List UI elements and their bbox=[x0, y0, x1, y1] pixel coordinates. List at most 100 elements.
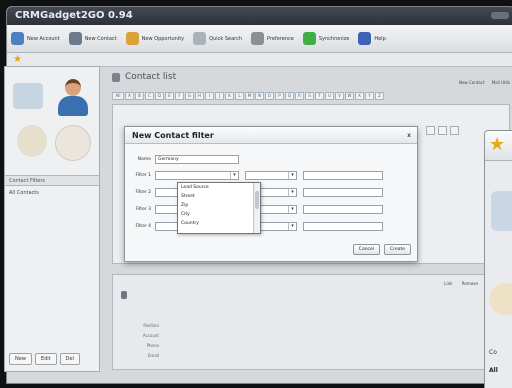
close-icon[interactable]: x bbox=[407, 127, 411, 144]
alphabet-letter[interactable]: V bbox=[335, 92, 344, 100]
filter-all-contacts[interactable]: All Contacts bbox=[9, 190, 39, 196]
toolbar-item-4[interactable]: Preference bbox=[251, 32, 294, 45]
opportunity-ghost-icon[interactable] bbox=[17, 125, 47, 157]
edit-icon[interactable] bbox=[438, 126, 447, 135]
dropdown-option[interactable]: Zip bbox=[178, 201, 254, 210]
filter-label: Filter 4 bbox=[135, 224, 151, 229]
accounts-ghost-icon[interactable] bbox=[13, 83, 43, 109]
filter-label: Filter 1 bbox=[135, 173, 151, 178]
alphabet-letter[interactable]: D bbox=[155, 92, 164, 100]
alphabet-letter[interactable]: A bbox=[125, 92, 134, 100]
contact-detail-panel: Link Remove Edit Position Account Phone … bbox=[112, 274, 510, 370]
window-controls[interactable] bbox=[491, 12, 509, 19]
alphabet-letter[interactable]: B bbox=[135, 92, 144, 100]
add-icon[interactable] bbox=[426, 126, 435, 135]
alphabet-letter[interactable]: R bbox=[295, 92, 304, 100]
alphabet-letter[interactable]: U bbox=[325, 92, 334, 100]
filter-field-select[interactable]: ▾ bbox=[155, 171, 239, 180]
alphabet-letter[interactable]: X bbox=[355, 92, 364, 100]
alphabet-letter[interactable]: L bbox=[235, 92, 244, 100]
contact-icon bbox=[68, 32, 82, 45]
toolbar-item-5[interactable]: Synchronize bbox=[302, 32, 349, 45]
toolbar-item-label: Quick Search bbox=[209, 35, 243, 42]
favorites-star-icon[interactable]: ★ bbox=[13, 54, 22, 65]
cancel-button[interactable]: Cancel bbox=[352, 244, 381, 255]
chevron-down-icon: ▾ bbox=[288, 189, 296, 196]
delete-filter-button[interactable]: Del bbox=[59, 353, 80, 365]
toolbar-item-6[interactable]: Help bbox=[358, 32, 386, 45]
filter-value-input[interactable] bbox=[303, 188, 383, 197]
app-title: CRMGadget2GO 0.94 bbox=[15, 10, 133, 21]
new-filter-button[interactable]: New bbox=[9, 353, 32, 365]
toolbar-item-0[interactable]: New Account bbox=[11, 32, 60, 45]
contact-list-title: Contact list bbox=[112, 72, 176, 82]
search-icon bbox=[193, 32, 207, 45]
filter-label: Filter 3 bbox=[135, 207, 151, 212]
alphabet-letter[interactable]: Q bbox=[285, 92, 294, 100]
alphabet-letter[interactable]: Y bbox=[365, 92, 374, 100]
activity-ghost-icon[interactable] bbox=[55, 125, 91, 161]
toolbar-item-label: New Account bbox=[27, 35, 60, 42]
contact-small-icon bbox=[112, 72, 120, 82]
detail-field-labels: Position Account Phone Email bbox=[123, 321, 159, 361]
filter-row: Filter 1 ▾ ▾ bbox=[125, 171, 383, 180]
create-button[interactable]: Create bbox=[384, 244, 411, 255]
secondary-window: ★ Co All bbox=[484, 130, 512, 388]
filter-label: Filter 2 bbox=[135, 190, 151, 195]
alphabet-letter[interactable]: M bbox=[245, 92, 254, 100]
accounts-ghost-icon-2 bbox=[491, 191, 512, 231]
filter-operator-select[interactable]: ▾ bbox=[245, 171, 297, 180]
dropdown-scroll-thumb[interactable] bbox=[255, 191, 259, 209]
field-account: Account bbox=[142, 333, 159, 338]
alphabet-letter[interactable]: N bbox=[255, 92, 264, 100]
alphabet-letter[interactable]: I bbox=[205, 92, 214, 100]
link-link[interactable]: Link bbox=[444, 281, 452, 286]
dropdown-option[interactable]: City bbox=[178, 210, 254, 219]
detail-contact-icon bbox=[121, 291, 127, 299]
filter-value-input[interactable] bbox=[303, 222, 383, 231]
field-phone: Phone bbox=[146, 343, 159, 348]
alphabet-letter[interactable]: F bbox=[175, 92, 184, 100]
alphabet-letter[interactable]: All bbox=[112, 92, 124, 100]
help-icon bbox=[358, 32, 372, 45]
remove-link[interactable]: Remove bbox=[462, 281, 478, 286]
alphabet-letter[interactable]: H bbox=[195, 92, 204, 100]
alphabet-letter[interactable]: C bbox=[145, 92, 154, 100]
mail-utils-link[interactable]: Mail Utils bbox=[492, 80, 510, 85]
chevron-down-icon: ▾ bbox=[230, 172, 238, 179]
secondary-window-header: ★ bbox=[485, 131, 512, 161]
alphabet-letter[interactable]: E bbox=[165, 92, 174, 100]
alphabet-letter[interactable]: W bbox=[345, 92, 354, 100]
dropdown-option[interactable]: Country bbox=[178, 219, 254, 228]
opportunity-ghost-icon-2 bbox=[489, 283, 512, 315]
toolbar-item-2[interactable]: New Opportunity bbox=[125, 32, 184, 45]
alphabet-letter[interactable]: G bbox=[185, 92, 194, 100]
dropdown-option[interactable]: Street bbox=[178, 192, 254, 201]
edit-filter-button[interactable]: Edit bbox=[34, 353, 57, 365]
filter-value-input[interactable] bbox=[303, 205, 383, 214]
delete-icon[interactable] bbox=[450, 126, 459, 135]
dropdown-option[interactable]: Lead Source bbox=[178, 183, 254, 192]
toolbar-item-3[interactable]: Quick Search bbox=[193, 32, 242, 45]
toolbar-item-label: New Contact bbox=[84, 35, 117, 42]
alphabet-letter[interactable]: Z bbox=[375, 92, 384, 100]
new-contact-link[interactable]: New Contact bbox=[459, 80, 485, 85]
alphabet-letter[interactable]: J bbox=[215, 92, 224, 100]
alphabet-letter[interactable]: S bbox=[305, 92, 314, 100]
dialog-buttons: Cancel Create bbox=[349, 244, 411, 255]
alphabet-letter[interactable]: K bbox=[225, 92, 234, 100]
dropdown-scrollbar[interactable] bbox=[253, 183, 260, 233]
dialog-title-text: New Contact filter bbox=[132, 131, 214, 140]
alphabet-letter[interactable]: O bbox=[265, 92, 274, 100]
contact-person-icon[interactable] bbox=[55, 77, 91, 117]
left-buttons: New Edit Del bbox=[9, 353, 83, 365]
name-input[interactable]: Germany bbox=[155, 155, 239, 164]
toolbar-item-1[interactable]: New Contact bbox=[68, 32, 117, 45]
filter-value-input[interactable] bbox=[303, 171, 383, 180]
dialog-title: New Contact filter x bbox=[125, 127, 417, 144]
sync-icon bbox=[302, 32, 316, 45]
filter-field-dropdown-list[interactable]: Lead Source Street Zip City Country bbox=[177, 182, 261, 234]
alphabet-letter[interactable]: P bbox=[275, 92, 284, 100]
alphabet-filter: All A B C D E F G H I J K L M N O P Q R S T U V W X Y Z bbox=[112, 92, 385, 100]
alphabet-letter[interactable]: T bbox=[315, 92, 324, 100]
